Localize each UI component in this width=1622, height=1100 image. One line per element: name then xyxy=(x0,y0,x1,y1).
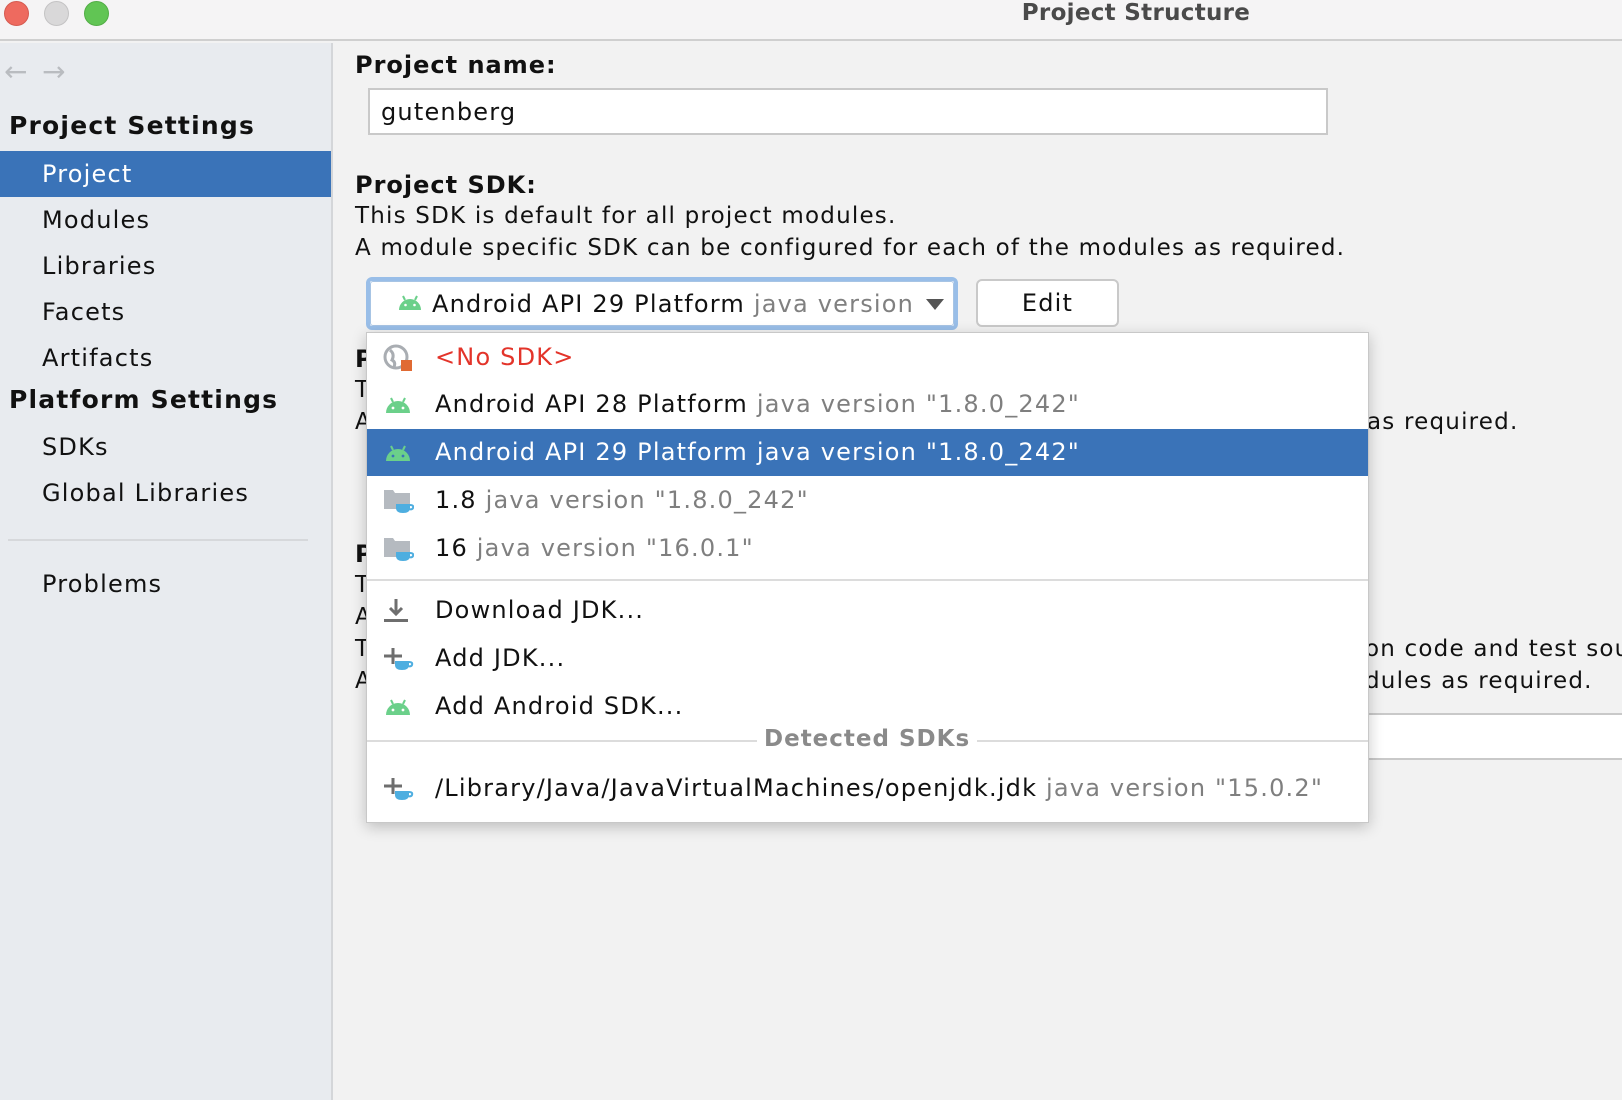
sidebar-item-libraries[interactable]: Libraries xyxy=(0,243,331,289)
detected-sdk-openjdk[interactable]: /Library/Java/JavaVirtualMachines/openjd… xyxy=(367,765,1368,812)
download-jdk-action[interactable]: Download JDK... xyxy=(367,587,1368,634)
sdk-option-android-29[interactable]: Android API 29 Platform java version "1.… xyxy=(367,429,1368,476)
title-bar: Project Structure xyxy=(0,0,1622,41)
jdk-folder-icon xyxy=(384,490,414,513)
sdk-combo-name: Android API 29 Platform xyxy=(432,290,745,318)
chevron-down-icon xyxy=(926,299,944,310)
sidebar-item-modules[interactable]: Modules xyxy=(0,197,331,243)
window-title: Project Structure xyxy=(1021,0,1251,26)
popup-separator xyxy=(367,579,1368,581)
action-label: Add JDK... xyxy=(435,644,566,672)
forward-arrow-icon[interactable]: → xyxy=(42,55,66,88)
project-settings-header: Project Settings xyxy=(9,111,256,140)
obscured-input-field[interactable] xyxy=(1335,713,1622,760)
sdk-option-android-28[interactable]: Android API 28 Platform java version "1.… xyxy=(367,381,1368,428)
section2-line2-tail: as required. xyxy=(1367,409,1519,435)
add-android-sdk-action[interactable]: Add Android SDK... xyxy=(367,683,1368,730)
detected-sdk-detail: java version "15.0.2" xyxy=(1046,774,1324,802)
detected-sdk-path: /Library/Java/JavaVirtualMachines/openjd… xyxy=(435,774,1038,802)
sdk-option-name: 1.8 xyxy=(435,486,477,514)
sdk-option-name: 16 xyxy=(435,534,468,562)
nav-arrows: ← → xyxy=(4,55,66,88)
project-name-label: Project name: xyxy=(355,51,557,79)
sidebar: ← → Project Settings Project Modules Lib… xyxy=(0,43,333,1100)
sdk-option-detail: java version "1.8.0_242" xyxy=(485,486,809,514)
sdk-description-line2: A module specific SDK can be configured … xyxy=(355,235,1346,261)
section3-line4-tail: dules as required. xyxy=(1365,668,1593,694)
sidebar-item-facets[interactable]: Facets xyxy=(0,289,331,335)
detected-sdks-separator: Detected SDKs xyxy=(367,726,1368,752)
jdk-folder-icon xyxy=(384,538,414,561)
sdk-description-line1: This SDK is default for all project modu… xyxy=(355,203,897,229)
section3-line3-tail: on code and test sou xyxy=(1365,636,1622,662)
sdk-option-no-sdk[interactable]: <No SDK> xyxy=(367,334,1368,381)
sidebar-item-sdks[interactable]: SDKs xyxy=(0,424,331,470)
sdk-option-detail: java version "16.0.1" xyxy=(476,534,754,562)
sdk-option-name: Android API 29 Platform xyxy=(435,438,748,466)
project-sdk-label: Project SDK: xyxy=(355,171,537,199)
sidebar-item-global-libraries[interactable]: Global Libraries xyxy=(0,470,331,516)
android-icon xyxy=(386,445,410,461)
sidebar-divider xyxy=(8,539,308,541)
no-sdk-globe-icon xyxy=(383,344,412,371)
sdk-option-detail: java version "1.8.0_242" xyxy=(756,438,1081,466)
detected-sdks-header: Detected SDKs xyxy=(764,726,971,752)
project-sdk-combobox[interactable]: Android API 29 Platform java version xyxy=(366,277,958,330)
sdk-option-jdk-1-8[interactable]: 1.8 java version "1.8.0_242" xyxy=(367,477,1368,524)
sdk-combo-value: Android API 29 Platform java version xyxy=(432,290,912,318)
platform-settings-header: Platform Settings xyxy=(9,385,279,414)
add-jdk-icon xyxy=(384,648,414,670)
sidebar-item-project[interactable]: Project xyxy=(0,151,331,197)
sdk-dropdown-list: <No SDK> Android API 28 Platform java ve… xyxy=(366,332,1369,823)
sdk-option-jdk-16[interactable]: 16 java version "16.0.1" xyxy=(367,525,1368,572)
action-label: Download JDK... xyxy=(435,596,645,624)
android-icon xyxy=(386,699,410,715)
android-icon xyxy=(386,397,410,413)
back-arrow-icon[interactable]: ← xyxy=(4,55,28,88)
sdk-combo-detail: java version xyxy=(753,290,912,318)
sdk-option-label: <No SDK> xyxy=(435,343,575,371)
add-jdk-action[interactable]: Add JDK... xyxy=(367,635,1368,682)
android-icon xyxy=(399,295,421,310)
add-jdk-icon xyxy=(384,778,414,800)
sdk-option-detail: java version "1.8.0_242" xyxy=(756,390,1081,418)
sdk-option-name: Android API 28 Platform xyxy=(435,390,748,418)
project-name-input[interactable] xyxy=(368,88,1328,135)
action-label: Add Android SDK... xyxy=(435,692,684,720)
sidebar-item-problems[interactable]: Problems xyxy=(0,561,331,607)
edit-sdk-button[interactable]: Edit xyxy=(976,279,1119,327)
download-icon xyxy=(384,599,408,622)
sidebar-item-artifacts[interactable]: Artifacts xyxy=(0,335,331,381)
